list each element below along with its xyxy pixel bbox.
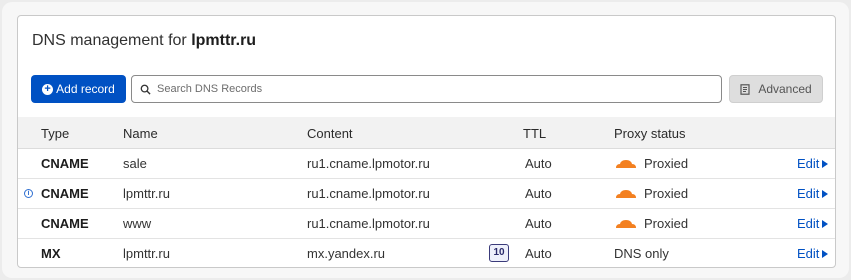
edit-label: Edit	[797, 216, 820, 231]
search-box[interactable]	[131, 75, 722, 103]
title-prefix: DNS management for	[32, 32, 187, 49]
proxy-status-label: DNS only	[614, 246, 669, 261]
page-title: DNS management for lpmttr.ru	[32, 32, 256, 50]
proxy-status-label: Proxied	[644, 186, 689, 201]
record-name: sale	[123, 156, 147, 171]
edit-label: Edit	[797, 186, 820, 201]
plus-circle-icon: +	[42, 83, 54, 95]
add-record-button[interactable]: + Add record	[31, 75, 126, 103]
record-type: CNAME	[41, 156, 89, 171]
record-type: CNAME	[41, 186, 89, 201]
record-content: ru1.cname.lpmotor.ru	[307, 156, 430, 171]
column-header-type[interactable]: Type	[41, 126, 69, 141]
edit-link[interactable]: Edit	[797, 156, 829, 171]
add-record-label: Add record	[56, 82, 115, 96]
document-icon	[740, 83, 750, 95]
cloud-icon	[616, 219, 636, 228]
record-ttl: Auto	[525, 186, 552, 201]
record-ttl: Auto	[525, 246, 552, 261]
table-row: CNAME sale ru1.cname.lpmotor.ru Auto Pro…	[18, 149, 835, 179]
edit-label: Edit	[797, 156, 820, 171]
info-icon[interactable]: i	[24, 189, 33, 198]
advanced-label: Advanced	[758, 82, 812, 96]
caret-right-icon	[822, 159, 829, 168]
record-content: ru1.cname.lpmotor.ru	[307, 216, 430, 231]
caret-right-icon	[822, 249, 829, 258]
mx-priority-badge: 10	[489, 244, 509, 262]
record-name: lpmttr.ru	[123, 246, 170, 261]
search-input[interactable]	[157, 83, 697, 95]
table-row: i CNAME lpmttr.ru ru1.cname.lpmotor.ru A…	[18, 179, 835, 209]
app-frame: DNS management for lpmttr.ru + Add recor…	[2, 2, 849, 278]
table-row: MX lpmttr.ru mx.yandex.ru 10 Auto DNS on…	[18, 239, 835, 267]
table-header: Type Name Content TTL Proxy status	[18, 117, 835, 149]
column-header-ttl[interactable]: TTL	[523, 126, 546, 141]
proxy-status: Proxied	[614, 216, 688, 231]
proxy-status: Proxied	[614, 186, 688, 201]
edit-label: Edit	[797, 246, 820, 261]
caret-right-icon	[822, 219, 829, 228]
dns-management-panel: DNS management for lpmttr.ru + Add recor…	[17, 15, 836, 268]
proxy-status: Proxied	[614, 156, 688, 171]
record-name: www	[123, 216, 152, 231]
record-name: lpmttr.ru	[123, 186, 170, 201]
proxy-status-label: Proxied	[644, 216, 689, 231]
search-icon	[140, 84, 151, 95]
caret-right-icon	[822, 189, 829, 198]
cloud-icon	[616, 189, 636, 198]
edit-link[interactable]: Edit	[797, 246, 829, 261]
domain-name: lpmttr.ru	[191, 32, 257, 49]
advanced-button[interactable]: Advanced	[729, 75, 823, 103]
edit-link[interactable]: Edit	[797, 186, 829, 201]
record-type: CNAME	[41, 216, 89, 231]
proxy-status-label: Proxied	[644, 156, 689, 171]
column-header-content[interactable]: Content	[307, 126, 353, 141]
column-header-name[interactable]: Name	[123, 126, 158, 141]
record-type: MX	[41, 246, 61, 261]
record-content: ru1.cname.lpmotor.ru	[307, 186, 430, 201]
table-row: CNAME www ru1.cname.lpmotor.ru Auto Prox…	[18, 209, 835, 239]
record-ttl: Auto	[525, 216, 552, 231]
record-ttl: Auto	[525, 156, 552, 171]
cloud-icon	[616, 159, 636, 168]
record-content: mx.yandex.ru	[307, 246, 386, 261]
edit-link[interactable]: Edit	[797, 216, 829, 231]
column-header-proxy-status[interactable]: Proxy status	[614, 126, 686, 141]
